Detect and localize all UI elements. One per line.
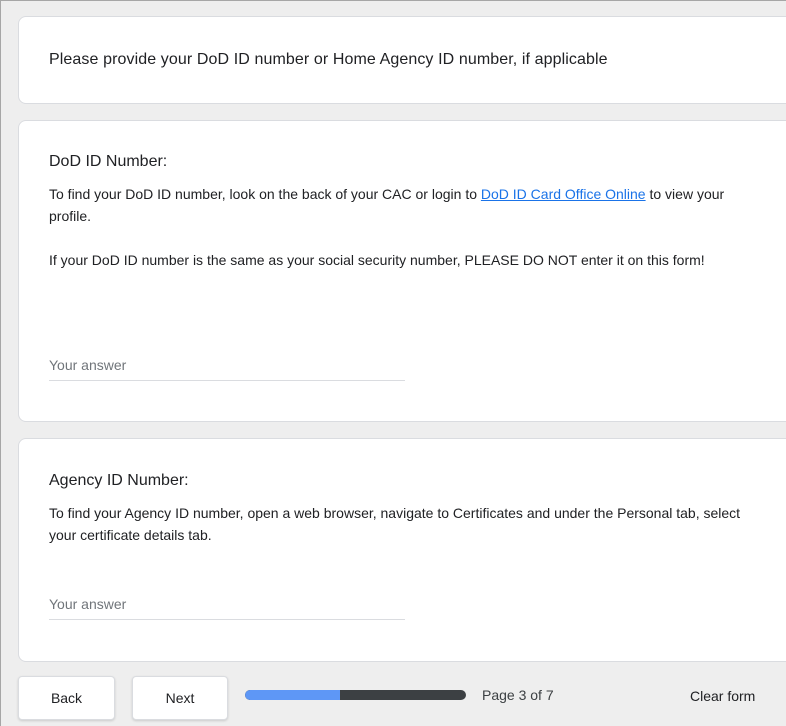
back-button[interactable]: Back (18, 676, 115, 720)
dod-id-answer-input[interactable] (49, 349, 405, 381)
question-card-agency-id: Agency ID Number: To find your Agency ID… (18, 438, 786, 662)
form-header-text: Please provide your DoD ID number or Hom… (49, 51, 608, 68)
description-text: To find your DoD ID number, look on the … (49, 186, 481, 202)
page-indicator: Page 3 of 7 (482, 687, 554, 703)
next-button[interactable]: Next (132, 676, 228, 720)
progress-bar (245, 690, 466, 700)
question-warning-dod-id: If your DoD ID number is the same as you… (49, 252, 705, 268)
agency-id-answer-input[interactable] (49, 588, 405, 620)
question-card-dod-id: DoD ID Number: To find your DoD ID numbe… (18, 120, 786, 422)
dod-id-card-office-link[interactable]: DoD ID Card Office Online (481, 186, 646, 202)
question-title-agency-id: Agency ID Number: (49, 472, 189, 489)
question-title-dod-id: DoD ID Number: (49, 153, 168, 170)
question-description-dod-id: To find your DoD ID number, look on the … (49, 183, 764, 227)
progress-bar-fill (245, 690, 340, 700)
form-header-card: Please provide your DoD ID number or Hom… (18, 16, 786, 104)
question-description-agency-id: To find your Agency ID number, open a we… (49, 505, 741, 543)
clear-form-button[interactable]: Clear form (690, 688, 755, 704)
